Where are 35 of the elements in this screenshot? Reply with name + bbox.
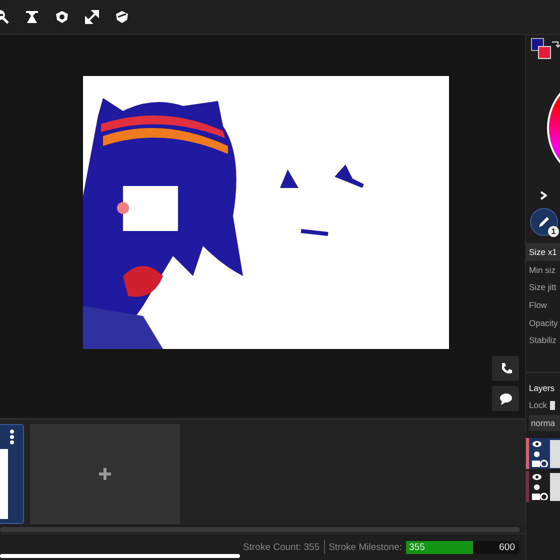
- layer-row[interactable]: [526, 471, 560, 502]
- layer-row[interactable]: [526, 438, 560, 470]
- lock-label: Lock: [529, 400, 547, 410]
- eye-icon[interactable]: [532, 440, 542, 448]
- progress-value: 355: [408, 542, 425, 552]
- brush-setting[interactable]: Opacity: [526, 314, 560, 332]
- chevron-right-icon: [540, 191, 547, 200]
- phone-button[interactable]: [492, 356, 519, 381]
- lock-toggle[interactable]: [550, 400, 555, 410]
- pen-icon: [536, 214, 552, 230]
- expand-icon: [84, 9, 100, 25]
- layer-thumbnail: [550, 440, 560, 468]
- stroke-milestone-label: Stroke Milestone:: [328, 542, 402, 552]
- brush-setting[interactable]: Flow: [526, 296, 560, 314]
- layer-thumbnail: [550, 472, 560, 501]
- color-swatches[interactable]: [531, 38, 551, 59]
- speech-bubble-icon: [498, 390, 514, 406]
- person-lock-icon: [532, 484, 548, 500]
- brush-badge: 1: [548, 226, 559, 237]
- layers-title: Layers: [528, 382, 556, 396]
- stroke-count: Stroke Count: 355: [243, 542, 320, 552]
- plus-icon: [97, 466, 113, 482]
- blend-mode-dropdown[interactable]: norma: [529, 415, 560, 432]
- progress-target: 600: [499, 542, 515, 552]
- frame-thumbnail[interactable]: [0, 424, 24, 524]
- brush-setting[interactable]: Size jitt: [526, 278, 560, 296]
- brush-setting[interactable]: Min siz: [526, 260, 560, 278]
- chat-button[interactable]: [492, 386, 519, 411]
- pen-brush-button[interactable]: 1: [530, 208, 558, 236]
- person-lock-icon: [532, 451, 548, 468]
- eye-icon[interactable]: [532, 473, 542, 482]
- expand-button[interactable]: [84, 9, 100, 25]
- scrollbar[interactable]: [0, 526, 520, 532]
- brush-setting[interactable]: Size x1: [526, 243, 560, 261]
- brush-setting[interactable]: Stabiliz: [526, 331, 560, 350]
